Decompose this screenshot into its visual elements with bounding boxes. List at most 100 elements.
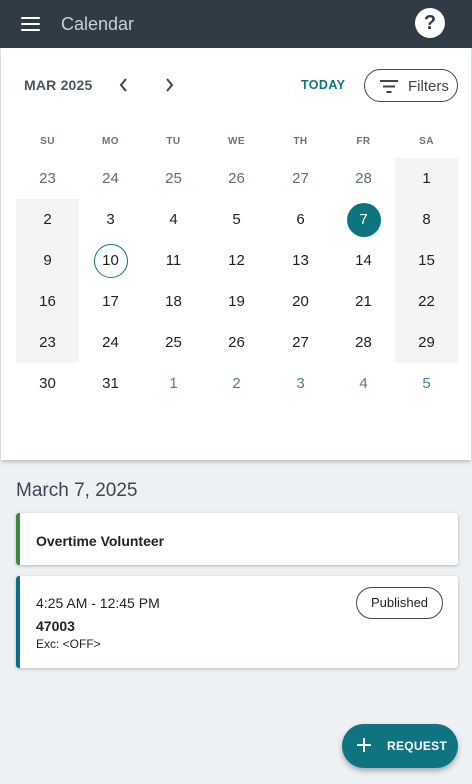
day-number: 31 [102,375,119,393]
calendar-day-cell[interactable]: 2 [205,363,268,404]
day-number: 4 [359,375,368,393]
calendar-day-cell[interactable]: 5 [395,363,458,404]
calendar-day-cell[interactable]: 25 [142,322,205,363]
day-number: 1 [422,170,431,188]
day-number: 17 [102,293,119,311]
day-number: 3 [296,375,305,393]
day-number: 15 [418,252,435,270]
calendar-day-cell[interactable]: 17 [79,281,142,322]
calendar-day-cell[interactable]: 2 [16,199,79,240]
calendar-day-cell[interactable]: 28 [332,158,395,199]
filters-button[interactable]: Filters [364,69,458,102]
weekday-label: WE [228,136,245,147]
calendar-day-cell[interactable]: 9 [16,240,79,281]
calendar-day-cell[interactable]: 29 [395,322,458,363]
calendar-day-cell[interactable]: 27 [269,322,332,363]
day-number: 24 [102,334,119,352]
day-number: 3 [106,211,115,229]
calendar-day-cell[interactable]: 16 [16,281,79,322]
prev-month-button[interactable] [112,72,136,98]
calendar-day-cell[interactable]: 23 [16,158,79,199]
calendar-day-cell[interactable]: 22 [395,281,458,322]
day-number: 30 [39,375,56,393]
calendar-day-cell[interactable]: 26 [205,158,268,199]
calendar-day-cell[interactable]: 19 [205,281,268,322]
calendar-day-cell[interactable]: 18 [142,281,205,322]
today-button[interactable]: TODAY [301,78,345,92]
calendar-day-cell[interactable]: 4 [332,363,395,404]
day-number: 29 [418,334,435,352]
calendar-day-cell[interactable]: 8 [395,199,458,240]
day-number: 23 [39,334,56,352]
calendar-day-cell[interactable]: 31 [79,363,142,404]
calendar-day-cell[interactable]: 3 [79,199,142,240]
filters-label: Filters [408,78,449,95]
calendar-day-cell[interactable]: 20 [269,281,332,322]
calendar-day-cell[interactable]: 23 [16,322,79,363]
weekday-label: FR [356,136,371,147]
calendar-day-cell[interactable]: 21 [332,281,395,322]
plus-icon [357,738,371,752]
calendar-day-cell[interactable]: 12 [205,240,268,281]
help-icon[interactable]: ? [415,8,445,38]
day-number: 26 [228,334,245,352]
request-button[interactable]: REQUEST [342,724,458,768]
card-accent-bar [16,513,20,565]
day-number: 5 [232,211,241,229]
shift-code: 47003 [36,618,75,634]
day-number: 2 [232,375,241,393]
agenda-card-shift[interactable]: 4:25 AM - 12:45 PM 47003 Exc: <OFF> Publ… [16,576,458,668]
agenda-date-heading: March 7, 2025 [16,480,138,501]
calendar-day-cell[interactable]: 7 [332,199,395,240]
next-month-button[interactable] [157,72,181,98]
day-number: 1 [169,375,178,393]
calendar-day-cell[interactable]: 3 [269,363,332,404]
day-number: 28 [355,170,372,188]
day-number: 14 [355,252,372,270]
weekday-label: TH [293,136,308,147]
day-number: 2 [43,211,52,229]
calendar-day-cell[interactable]: 15 [395,240,458,281]
day-number: 7 [346,203,381,238]
filter-icon [380,80,398,93]
day-number: 10 [93,244,128,279]
chevron-right-icon [166,78,174,92]
day-number: 13 [292,252,309,270]
calendar-day-cell[interactable]: 26 [205,322,268,363]
day-number: 24 [102,170,119,188]
calendar-day-cell[interactable]: 24 [79,322,142,363]
day-number: 4 [169,211,178,229]
calendar-day-cell[interactable]: 11 [142,240,205,281]
calendar-day-cell[interactable]: 14 [332,240,395,281]
card-accent-bar [16,576,20,668]
app-title: Calendar [61,14,135,34]
calendar-day-cell[interactable]: 25 [142,158,205,199]
day-number: 18 [165,293,182,311]
calendar-day-cell[interactable]: 28 [332,322,395,363]
day-number: 16 [39,293,56,311]
card-title: Overtime Volunteer [36,533,165,549]
day-number: 20 [292,293,309,311]
day-number: 25 [165,334,182,352]
request-label: REQUEST [387,739,448,753]
calendar-day-cell[interactable]: 1 [142,363,205,404]
status-badge: Published [356,587,443,619]
calendar-day-cell[interactable]: 24 [79,158,142,199]
chevron-left-icon [119,78,127,92]
day-number: 28 [355,334,372,352]
calendar-day-cell[interactable]: 10 [79,240,142,281]
weekday-label: TU [166,136,181,147]
agenda-card-overtime[interactable]: Overtime Volunteer [16,513,458,565]
calendar-day-cell[interactable]: 13 [269,240,332,281]
calendar-day-cell[interactable]: 5 [205,199,268,240]
calendar-day-cell[interactable]: 4 [142,199,205,240]
weekday-label: MO [102,136,119,147]
calendar-day-cell[interactable]: 6 [269,199,332,240]
hamburger-menu-icon[interactable] [21,16,41,32]
day-number: 5 [422,375,431,393]
calendar-day-cell[interactable]: 1 [395,158,458,199]
calendar-day-cell[interactable]: 30 [16,363,79,404]
calendar-day-cell[interactable]: 27 [269,158,332,199]
day-number: 21 [355,293,372,311]
day-number: 6 [296,211,305,229]
